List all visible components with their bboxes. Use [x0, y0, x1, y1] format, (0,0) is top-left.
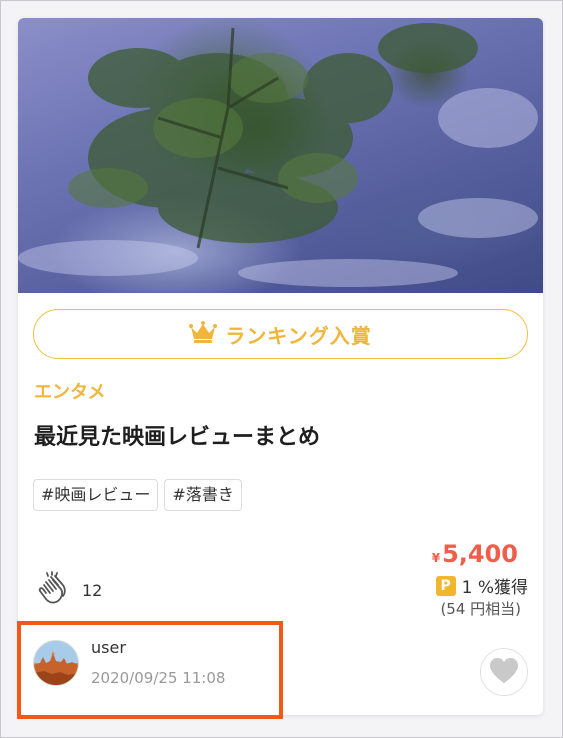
crown-icon: [189, 321, 218, 347]
avatar[interactable]: [33, 639, 79, 686]
currency-symbol: ¥: [431, 551, 441, 565]
clap-counter[interactable]: 12: [36, 571, 102, 609]
thumbnail-tree-illustration: [18, 23, 538, 287]
ranking-award-button[interactable]: ランキング入賞: [33, 309, 528, 359]
article-title[interactable]: 最近見た映画レビューまとめ: [34, 419, 320, 451]
article-card[interactable]: ランキング入賞 エンタメ 最近見た映画レビューまとめ #映画レビュー #落書き …: [18, 18, 543, 715]
points-reward: P 1 %獲得: [435, 573, 528, 598]
tag-doodle[interactable]: #落書き: [164, 479, 242, 511]
points-equivalent: (54 円相当): [440, 600, 521, 618]
like-button[interactable]: [480, 648, 528, 696]
tag-list: #映画レビュー #落書き: [33, 479, 242, 511]
ranking-award-label: ランキング入賞: [225, 323, 372, 348]
heart-icon: [489, 657, 519, 688]
author-info[interactable]: user 2020/09/25 11:08: [33, 638, 225, 687]
avatar-canyon-illustration: [34, 640, 78, 685]
tag-movie-review[interactable]: #映画レビュー: [33, 479, 159, 511]
price: ¥ 5,400: [432, 540, 518, 568]
category-label[interactable]: エンタメ: [34, 378, 105, 404]
author-name[interactable]: user: [91, 638, 225, 657]
post-date: 2020/09/25 11:08: [91, 669, 226, 687]
clap-count: 12: [82, 580, 103, 600]
points-badge-icon: P: [435, 575, 456, 596]
price-amount: 5,400: [442, 540, 518, 568]
clap-icon: [36, 571, 72, 609]
points-label: 1 %獲得: [461, 578, 528, 598]
thumbnail-image[interactable]: [18, 18, 543, 293]
